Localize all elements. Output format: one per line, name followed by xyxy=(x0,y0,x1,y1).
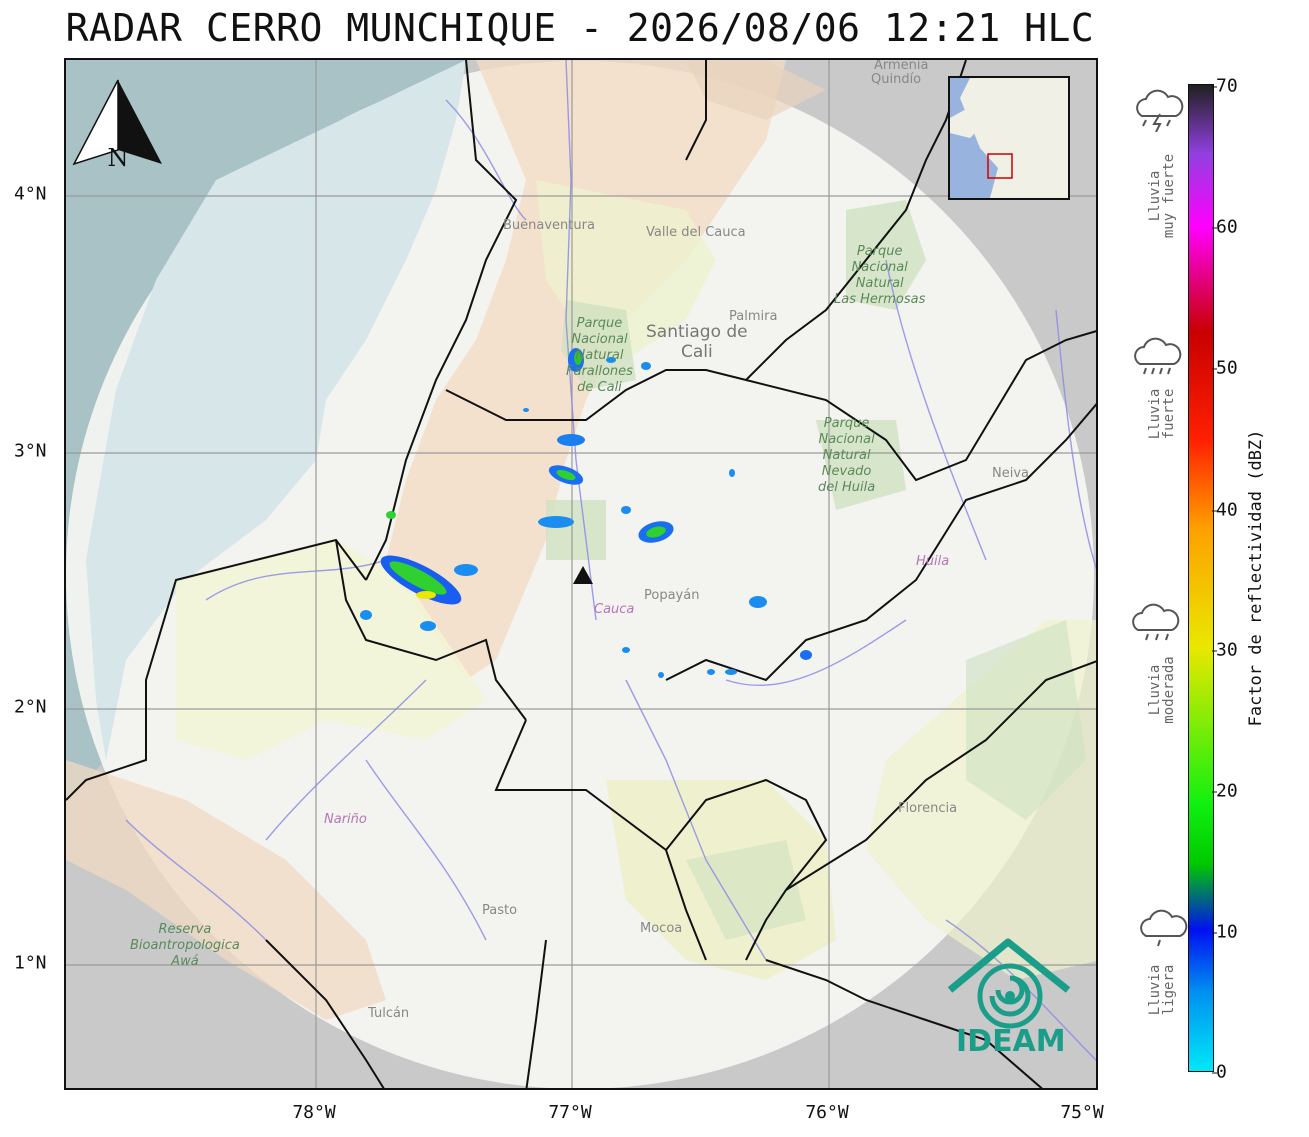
place-narino: Nariño xyxy=(324,812,367,827)
rain-category-light: Lluvia ligera xyxy=(1147,964,1177,1016)
reflectivity-colorbar xyxy=(1188,84,1214,1072)
colorbar-tick: 50 xyxy=(1212,357,1238,379)
place-cali: Santiago de Cali xyxy=(646,322,748,362)
place-quindio: Quindío xyxy=(871,72,922,87)
place-tulcan: Tulcán xyxy=(368,1006,410,1021)
rain-category-heavy: Lluvia fuerte xyxy=(1147,388,1177,440)
inset-locator-map xyxy=(948,76,1070,200)
storm-cloud-icon xyxy=(1136,89,1184,132)
place-florencia: Florencia xyxy=(898,801,958,816)
place-valle: Valle del Cauca xyxy=(646,225,746,240)
x-tick: 75°W xyxy=(1060,1102,1104,1123)
north-arrow-icon: N xyxy=(72,79,162,172)
y-tick: 4°N xyxy=(14,183,47,205)
colorbar-tick: 20 xyxy=(1212,780,1238,802)
rain-category-very-heavy: Lluvia muy fuerte xyxy=(1147,153,1177,239)
place-farallones: Parque Nacional Natural Farallones de Cali xyxy=(566,316,633,395)
place-huila: Huila xyxy=(916,554,950,569)
y-tick: 1°N xyxy=(14,952,47,974)
place-nevado: Parque Nacional Natural Nevado del Huila xyxy=(818,416,876,495)
rain-category-moderate: Lluvia moderada xyxy=(1147,656,1177,724)
map-title: RADAR CERRO MUNCHIQUE - 2026/08/06 12:21… xyxy=(65,6,1095,50)
colorbar-tick: 70 xyxy=(1212,75,1238,97)
colorbar-label: Factor de reflectividad (dBZ) xyxy=(1246,429,1266,727)
moderate-rain-cloud-icon xyxy=(1132,603,1180,641)
place-hermosas: Parque Nacional Natural Las Hermosas xyxy=(834,244,926,307)
place-popayan: Popayán xyxy=(644,588,700,603)
x-tick: 77°W xyxy=(548,1102,592,1123)
place-pasto: Pasto xyxy=(482,903,518,918)
colorbar-tick: 30 xyxy=(1212,639,1238,661)
colorbar-tick: 60 xyxy=(1212,216,1238,238)
colorbar-tick: 10 xyxy=(1212,921,1238,943)
light-rain-cloud-icon xyxy=(1140,909,1188,947)
north-label: N xyxy=(108,144,129,172)
x-tick: 78°W xyxy=(292,1102,336,1123)
ideam-logo-text: IDEAM xyxy=(956,1024,1066,1059)
x-tick: 76°W xyxy=(805,1102,849,1123)
place-buenaventura: Buenaventura xyxy=(503,218,595,233)
place-awa: Reserva Bioantropologica Awá xyxy=(130,922,240,969)
place-cauca: Cauca xyxy=(594,602,635,617)
colorbar-tick: 40 xyxy=(1212,499,1238,521)
colorbar-tick: 0 xyxy=(1212,1061,1227,1083)
place-mocoa: Mocoa xyxy=(640,921,683,936)
y-tick: 2°N xyxy=(14,696,47,718)
place-armenia: Armenia xyxy=(874,58,929,73)
place-neiva: Neiva xyxy=(992,466,1029,481)
y-tick: 3°N xyxy=(14,440,47,462)
heavy-rain-cloud-icon xyxy=(1134,337,1182,375)
radar-map[interactable]: Buenaventura Valle del Cauca Armenia Qui… xyxy=(64,58,1098,1090)
